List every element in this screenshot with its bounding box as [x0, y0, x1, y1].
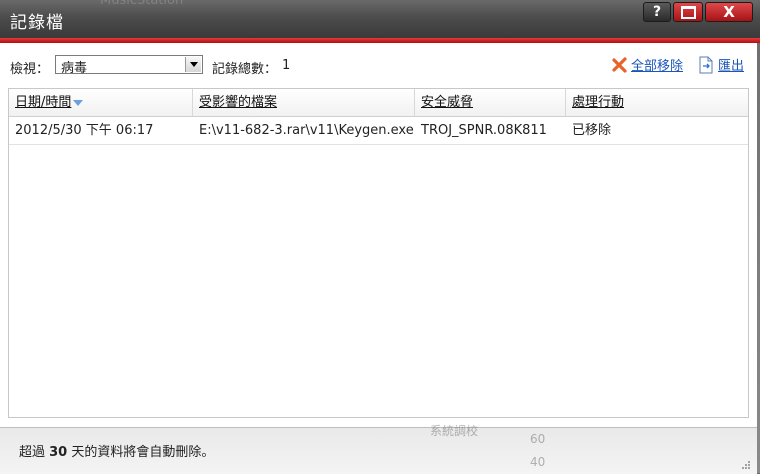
- cell-threat: TROJ_SPNR.08K811: [421, 123, 547, 138]
- chevron-down-icon: [189, 62, 198, 67]
- retention-note-suffix: 天的資料將會自動刪除。: [67, 445, 215, 460]
- cell-action: 已移除: [572, 123, 612, 138]
- cell-datetime: 2012/5/30 下午 06:17: [15, 123, 154, 138]
- column-header-datetime[interactable]: 日期/時間: [9, 89, 192, 116]
- record-count-label: 記錄總數：: [212, 62, 278, 77]
- help-button[interactable]: ?: [643, 2, 671, 22]
- remove-all-button[interactable]: 全部移除: [611, 55, 683, 74]
- column-header-label: 受影響的檔案: [199, 95, 278, 110]
- resize-grip-icon[interactable]: [741, 460, 751, 470]
- background-ghost-tuning: 系統調校: [430, 424, 479, 438]
- background-ghost-number: 40: [530, 455, 546, 469]
- dialog-footer: 超過 30 天的資料將會自動刪除。 系統調校 60 40: [0, 424, 757, 474]
- view-label: 檢視：: [10, 62, 50, 77]
- maximize-icon: [680, 5, 696, 19]
- log-table: 日期/時間 受影響的檔案 安全威脅 處理行動 2012/5/30 下午 06:1…: [8, 88, 749, 418]
- retention-note: 超過 30 天的資料將會自動刪除。: [19, 441, 214, 460]
- cell-affected-file: E:\v11-682-3.rar\v11\Keygen.exe: [199, 123, 414, 138]
- export-label[interactable]: 匯出: [718, 55, 744, 74]
- column-header-label: 安全威脅: [421, 95, 474, 110]
- retention-days: 30: [49, 445, 68, 460]
- column-header-affected-file[interactable]: 受影響的檔案: [193, 89, 414, 116]
- column-header-threat[interactable]: 安全威脅: [415, 89, 565, 116]
- remove-all-label[interactable]: 全部移除: [631, 55, 683, 74]
- table-row[interactable]: 2012/5/30 下午 06:17 E:\v11-682-3.rar\v11\…: [9, 117, 748, 145]
- remove-x-icon: [612, 56, 627, 73]
- export-button[interactable]: 匯出: [698, 55, 744, 74]
- record-count-value: 1: [282, 58, 291, 73]
- close-icon: X: [723, 3, 735, 21]
- view-dropdown-value: 病毒: [61, 61, 88, 76]
- close-button[interactable]: X: [705, 2, 753, 22]
- view-dropdown[interactable]: 病毒: [55, 55, 203, 76]
- column-header-action[interactable]: 處理行動: [566, 89, 748, 116]
- dropdown-arrow[interactable]: [185, 57, 201, 72]
- sort-descending-icon: [73, 99, 84, 106]
- help-icon: ?: [652, 4, 662, 20]
- retention-note-prefix: 超過: [19, 445, 50, 460]
- column-header-label: 日期/時間: [15, 95, 72, 110]
- background-ghost-number: 60: [530, 432, 546, 446]
- title-bar: MusicStation 記錄檔 ? X: [0, 0, 760, 38]
- table-header: 日期/時間 受影響的檔案 安全威脅 處理行動: [9, 89, 748, 117]
- log-dialog: 檢視： 病毒 記錄總數： 1 全部移除 匯出 日期/時間 受影響的檔案 安全威脅…: [0, 43, 757, 427]
- maximize-button[interactable]: [673, 2, 703, 22]
- window-title: 記錄檔: [10, 13, 64, 33]
- filter-toolbar: 檢視： 病毒 記錄總數： 1 全部移除 匯出: [0, 43, 757, 87]
- background-app-title: MusicStation: [100, 0, 184, 8]
- export-document-icon: [699, 56, 713, 73]
- column-header-label: 處理行動: [572, 95, 625, 110]
